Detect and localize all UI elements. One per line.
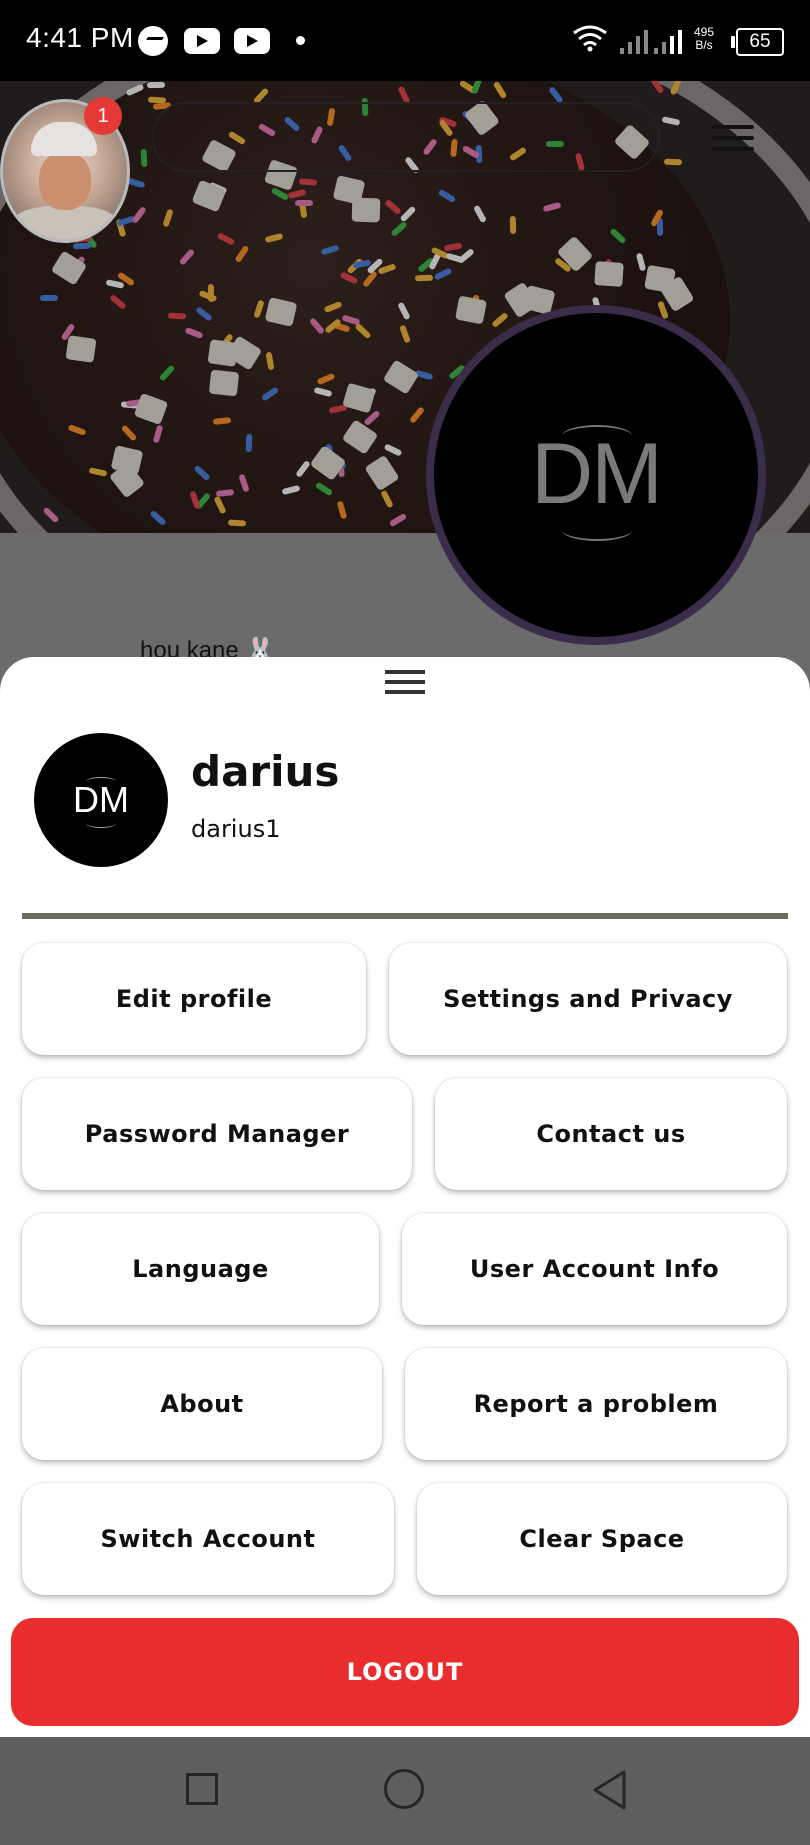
contact-us-button[interactable]: Contact us [435, 1078, 787, 1190]
settings-privacy-button[interactable]: Settings and Privacy [389, 943, 787, 1055]
notification-badge: 1 [84, 97, 122, 135]
battery-icon: 65 [731, 28, 784, 56]
switch-account-button[interactable]: Switch Account [22, 1483, 394, 1595]
wifi-icon [573, 25, 607, 52]
clock: 4:41 PM [26, 22, 134, 53]
youtube-icon [184, 28, 220, 54]
password-manager-button[interactable]: Password Manager [22, 1078, 412, 1190]
sheet-handle-icon[interactable] [385, 670, 425, 700]
status-bar: 4:41 PM 495 B/s 65 [0, 0, 810, 81]
notification-dot-icon [296, 36, 305, 45]
display-name: darius [191, 747, 340, 796]
username: darius1 [191, 815, 281, 843]
signal-icon [620, 30, 682, 54]
messenger-icon [138, 26, 168, 56]
about-button[interactable]: About [22, 1348, 382, 1460]
sheet-avatar: DM [34, 733, 168, 867]
home-icon[interactable] [384, 1769, 424, 1809]
network-speed: 495 B/s [694, 25, 715, 52]
edit-profile-button[interactable]: Edit profile [22, 943, 366, 1055]
youtube-icon [234, 28, 270, 54]
divider [22, 913, 788, 919]
clear-space-button[interactable]: Clear Space [417, 1483, 787, 1595]
system-nav-bar [0, 1737, 810, 1845]
logout-button[interactable]: LOGOUT [11, 1618, 799, 1726]
search-bar[interactable] [152, 102, 660, 172]
hamburger-menu-icon[interactable] [712, 125, 754, 158]
recents-icon[interactable] [186, 1773, 218, 1805]
back-icon[interactable] [590, 1769, 630, 1811]
profile-avatar[interactable]: DM [426, 305, 766, 645]
user-account-info-button[interactable]: User Account Info [402, 1213, 787, 1325]
report-problem-button[interactable]: Report a problem [405, 1348, 787, 1460]
language-button[interactable]: Language [22, 1213, 379, 1325]
